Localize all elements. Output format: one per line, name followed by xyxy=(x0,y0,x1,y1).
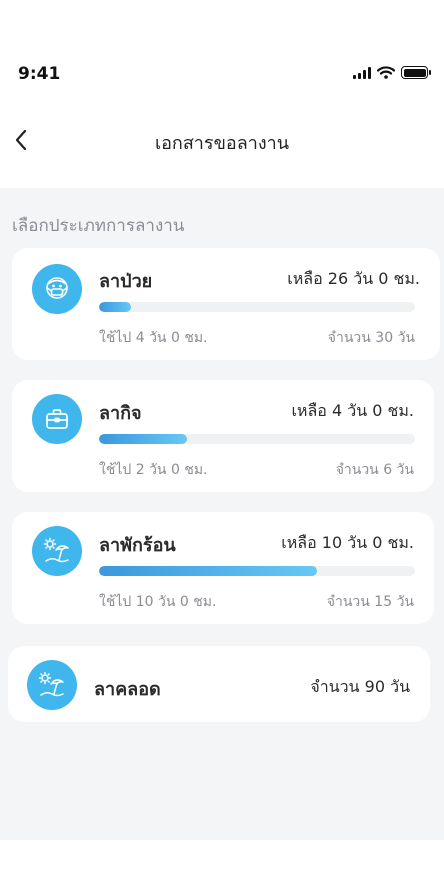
wifi-icon xyxy=(377,66,395,79)
leave-type-content: เลือกประเภทการลางาน ลาป่วย เหลือ 26 วัน … xyxy=(0,188,444,840)
battery-icon xyxy=(401,66,431,79)
leave-used: ใช้ไป 4 วัน 0 ชม. xyxy=(99,330,208,346)
leave-progress-track xyxy=(99,434,415,444)
beach-umbrella-icon xyxy=(27,660,77,710)
page-title: เอกสารขอลางาน xyxy=(154,133,290,154)
leave-progress-track xyxy=(99,566,415,576)
beach-umbrella-icon xyxy=(32,526,82,576)
leave-card-vacation[interactable]: ลาพักร้อน เหลือ 10 วัน 0 ชม. ใช้ไป 10 วั… xyxy=(12,512,434,624)
cellular-signal-icon xyxy=(353,66,371,79)
leave-name: ลาคลอด xyxy=(94,679,161,700)
leave-name: ลากิจ xyxy=(99,403,142,424)
leave-remaining: เหลือ 4 วัน 0 ชม. xyxy=(291,401,414,420)
status-bar: 9:41 xyxy=(0,0,444,100)
leave-total: จำนวน 15 วัน xyxy=(326,594,414,610)
leave-card-sick[interactable]: ลาป่วย เหลือ 26 วัน 0 ชม. ใช้ไป 4 วัน 0 … xyxy=(12,248,440,360)
leave-used: ใช้ไป 10 วัน 0 ชม. xyxy=(99,594,217,610)
bottom-safe-area xyxy=(0,840,444,888)
leave-total: จำนวน 30 วัน xyxy=(327,330,415,346)
leave-remaining: เหลือ 10 วัน 0 ชม. xyxy=(281,533,414,552)
status-icons xyxy=(353,66,431,79)
nav-bar: เอกสารขอลางาน xyxy=(0,100,444,188)
leave-progress-fill xyxy=(99,434,188,444)
leave-remaining: เหลือ 26 วัน 0 ชม. xyxy=(287,269,420,288)
leave-progress-fill xyxy=(99,566,318,576)
leave-name: ลาป่วย xyxy=(99,271,153,292)
sick-mask-icon xyxy=(32,264,82,314)
leave-card-personal[interactable]: ลากิจ เหลือ 4 วัน 0 ชม. ใช้ไป 2 วัน 0 ชม… xyxy=(12,380,434,492)
leave-used: ใช้ไป 2 วัน 0 ชม. xyxy=(99,462,208,478)
leave-total: จำนวน 90 วัน xyxy=(310,677,410,696)
leave-total: จำนวน 6 วัน xyxy=(335,462,414,478)
status-time: 9:41 xyxy=(18,64,61,84)
section-title: เลือกประเภทการลางาน xyxy=(12,216,185,236)
briefcase-icon xyxy=(32,394,82,444)
leave-name: ลาพักร้อน xyxy=(99,535,176,556)
leave-progress-fill xyxy=(99,302,131,312)
leave-progress-track xyxy=(99,302,415,312)
leave-card-maternity[interactable]: ลาคลอด จำนวน 90 วัน xyxy=(8,646,430,722)
